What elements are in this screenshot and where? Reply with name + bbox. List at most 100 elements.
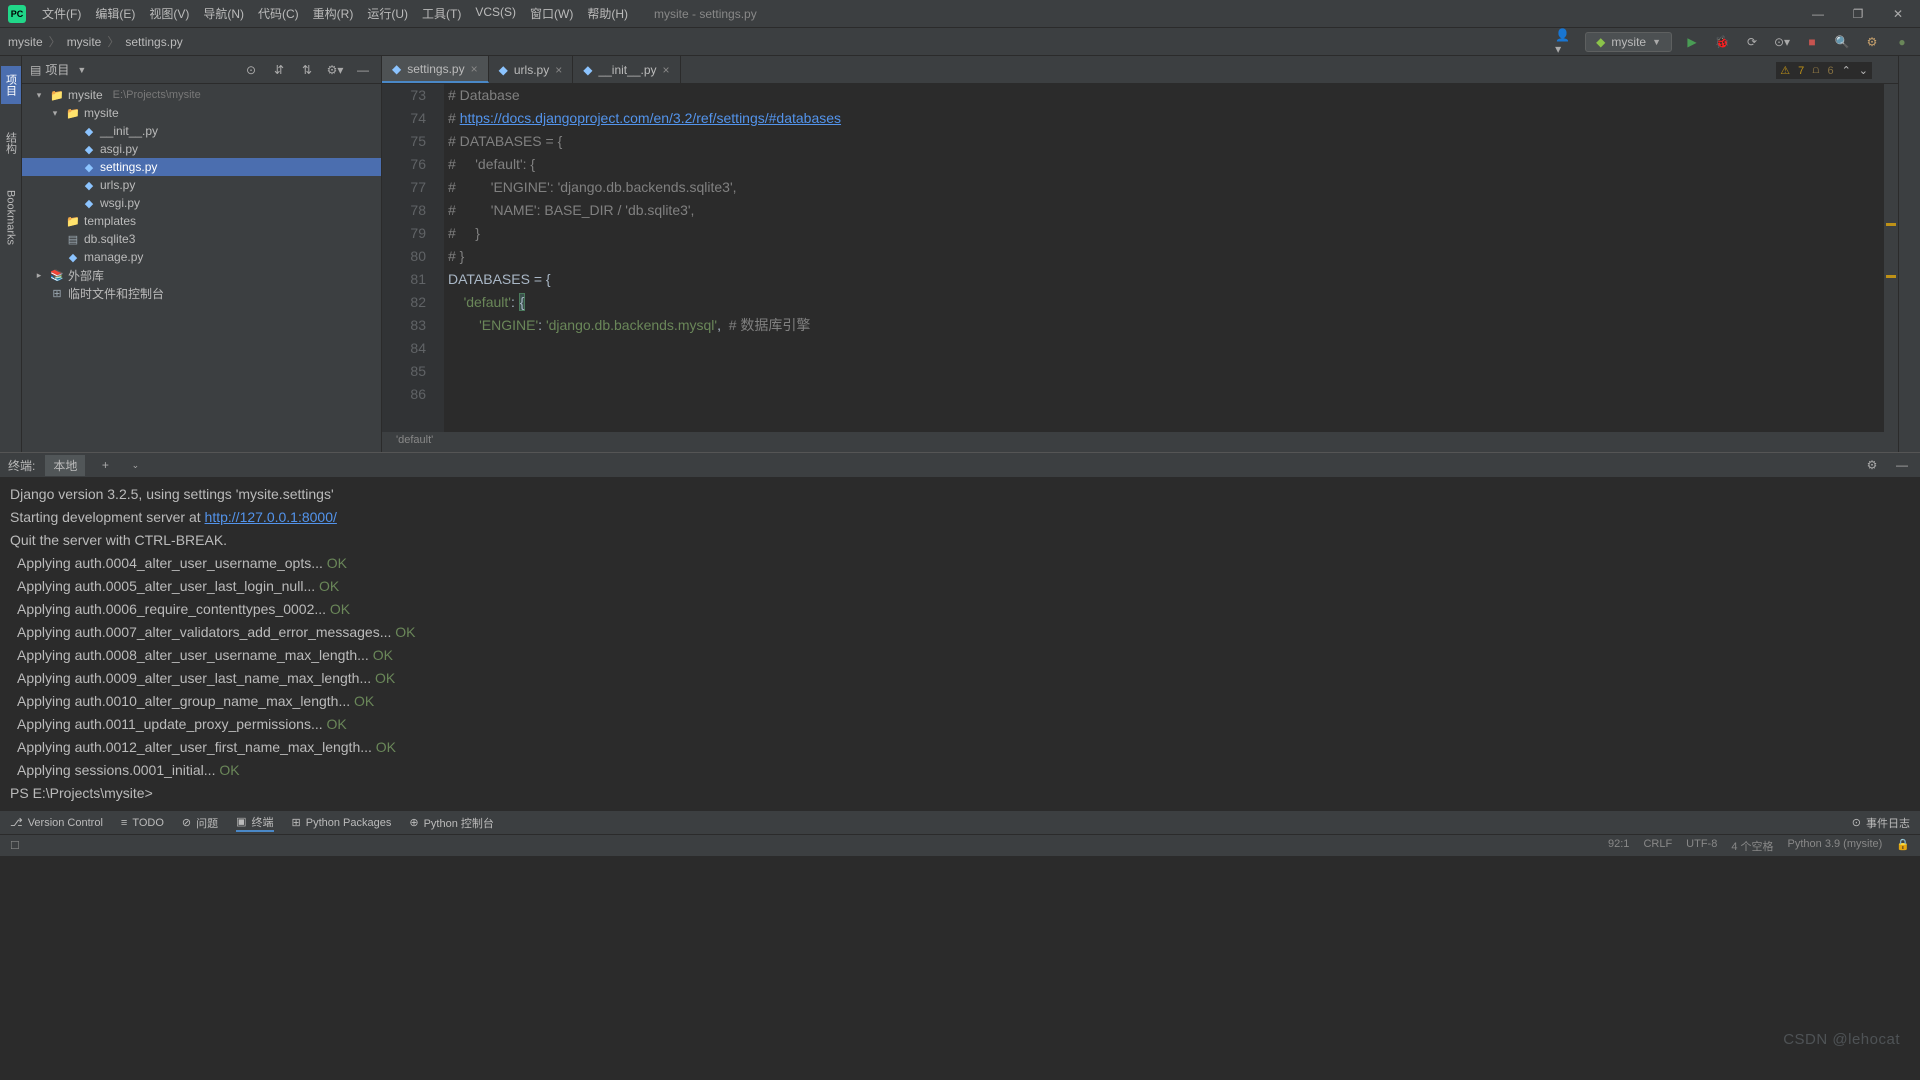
code-breadcrumb[interactable]: 'default' [382,432,1898,452]
close-button[interactable]: ✕ [1884,4,1912,24]
tree-label: 临时文件和控制台 [68,285,164,302]
search-icon[interactable]: 🔍 [1832,32,1852,52]
tree-row[interactable]: ◆manage.py [22,248,381,266]
run-config-selector[interactable]: ◆ mysite ▼ [1585,32,1672,52]
tool-window-tab[interactable]: ⊕ Python 控制台 [409,815,494,831]
weak-warning-count: 6 [1827,65,1833,77]
tool-icon: ⊕ [409,816,418,829]
tree-row[interactable]: ▾📁mysite [22,104,381,122]
minimize-button[interactable]: — [1804,4,1832,24]
avatar-icon[interactable]: ● [1892,32,1912,52]
tool-icon: ▣ [236,815,246,828]
menu-item[interactable]: 帮助(H) [581,2,634,25]
menu-item[interactable]: 视图(V) [143,2,195,25]
tree-arrow-icon[interactable]: ▸ [32,270,46,281]
close-tab-icon[interactable]: × [663,63,670,77]
error-stripe[interactable] [1884,84,1898,432]
gear-icon[interactable]: ⚙▾ [325,60,345,80]
interpreter[interactable]: Python 3.9 (mysite) [1788,838,1883,854]
gear-icon[interactable]: ⚙ [1862,455,1882,475]
tree-label: settings.py [100,160,157,174]
run-button[interactable]: ▶ [1682,32,1702,52]
close-tab-icon[interactable]: × [555,63,562,77]
tree-row[interactable]: ◆wsgi.py [22,194,381,212]
menu-item[interactable]: 重构(R) [307,2,360,25]
file-encoding[interactable]: UTF-8 [1686,838,1717,854]
fold-column[interactable] [428,84,440,432]
tool-label: Python Packages [306,817,392,829]
tree-row[interactable]: ⊞临时文件和控制台 [22,284,381,302]
menu-item[interactable]: 代码(C) [252,2,305,25]
hide-terminal-icon[interactable]: — [1892,455,1912,475]
terminal-body[interactable]: Django version 3.2.5, using settings 'my… [0,477,1920,810]
menu-item[interactable]: 导航(N) [197,2,250,25]
tree-row[interactable]: 📁templates [22,212,381,230]
tree-row[interactable]: ▤db.sqlite3 [22,230,381,248]
tree-row[interactable]: ▸📚外部库 [22,266,381,284]
project-tree[interactable]: ▾📁mysiteE:\Projects\mysite▾📁mysite◆__ini… [22,84,381,452]
crumb[interactable]: settings.py [125,35,182,49]
editor-tab[interactable]: ◆__init__.py× [573,56,680,83]
chevron-down-icon[interactable]: ⌄ [1859,64,1868,77]
crumb[interactable]: mysite [8,35,43,49]
tree-label: mysite [68,88,103,102]
terminal-panel: 终端: 本地 + ⌄ ⚙ — Django version 3.2.5, usi… [0,452,1920,810]
tree-arrow-icon[interactable]: ▾ [32,90,46,101]
tree-row[interactable]: ▾📁mysiteE:\Projects\mysite [22,86,381,104]
ide-settings-icon[interactable]: ⚙ [1862,32,1882,52]
tree-arrow-icon[interactable]: ▾ [48,108,62,119]
indent-setting[interactable]: 4 个空格 [1731,838,1773,854]
profile-button[interactable]: ⊙▾ [1772,32,1792,52]
crumb[interactable]: mysite [67,35,102,49]
stop-button[interactable]: ■ [1802,32,1822,52]
menu-item[interactable]: 运行(U) [361,2,414,25]
tool-tab-结构[interactable]: 结构 [1,124,21,162]
tool-label: Python 控制台 [424,815,494,831]
terminal-dropdown-icon[interactable]: ⌄ [125,455,145,475]
window-title: mysite - settings.py [654,7,757,21]
code-content[interactable]: # Database# https://docs.djangoproject.c… [444,84,1898,432]
tool-window-tab[interactable]: ≡TODO [121,817,164,829]
event-log-tab[interactable]: ⊙事件日志 [1852,815,1910,831]
tool-window-tab[interactable]: ⎇Version Control [10,816,103,829]
select-opened-icon[interactable]: ⊙ [241,60,261,80]
tool-tab-Bookmarks[interactable]: Bookmarks [3,182,19,253]
menu-item[interactable]: 窗口(W) [524,2,579,25]
tool-window-tab[interactable]: ▣终端 [236,814,273,832]
caret-position[interactable]: 92:1 [1608,838,1629,854]
tree-row[interactable]: ◆urls.py [22,176,381,194]
tree-row[interactable]: ◆asgi.py [22,140,381,158]
menu-item[interactable]: 文件(F) [36,2,87,25]
menu-item[interactable]: VCS(S) [469,2,522,25]
close-tab-icon[interactable]: × [471,62,478,76]
tool-window-tab[interactable]: ⊞Python Packages [292,816,392,829]
editor-tab[interactable]: ◆urls.py× [489,56,574,83]
terminal-tab[interactable]: 本地 [45,455,85,476]
editor-tab[interactable]: ◆settings.py× [382,56,489,83]
maximize-button[interactable]: ❐ [1844,4,1872,24]
tree-label: wsgi.py [100,196,140,210]
chevron-up-icon[interactable]: ⌃ [1842,64,1851,77]
tree-row[interactable]: ◆settings.py [22,158,381,176]
line-separator[interactable]: CRLF [1643,838,1672,854]
menu-item[interactable]: 编辑(E) [89,2,141,25]
lock-icon[interactable]: 🔒 [1896,838,1910,854]
chevron-down-icon[interactable]: ▼ [77,65,86,75]
hide-panel-icon[interactable]: — [353,60,373,80]
tree-row[interactable]: ◆__init__.py [22,122,381,140]
editor[interactable]: 7374757677787980818283848586 # Database#… [382,84,1898,432]
file-icon: 📚 [50,269,64,282]
menu-item[interactable]: 工具(T) [416,2,467,25]
add-terminal-icon[interactable]: + [95,455,115,475]
python-icon: ◆ [583,63,592,77]
debug-button[interactable]: 🐞 [1712,32,1732,52]
status-icon[interactable]: ☐ [10,839,20,852]
user-icon[interactable]: 👤▾ [1555,32,1575,52]
editor-area: ◆settings.py×◆urls.py×◆__init__.py× ⚠7 ⩍… [382,56,1898,452]
expand-all-icon[interactable]: ⇵ [269,60,289,80]
inspection-widget[interactable]: ⚠7 ⩍6 ⌃ ⌄ [1776,62,1872,79]
tool-tab-项目[interactable]: 项目 [1,66,21,104]
run-coverage-button[interactable]: ⟳ [1742,32,1762,52]
tool-window-tab[interactable]: ⊘问题 [182,815,218,831]
collapse-all-icon[interactable]: ⇅ [297,60,317,80]
